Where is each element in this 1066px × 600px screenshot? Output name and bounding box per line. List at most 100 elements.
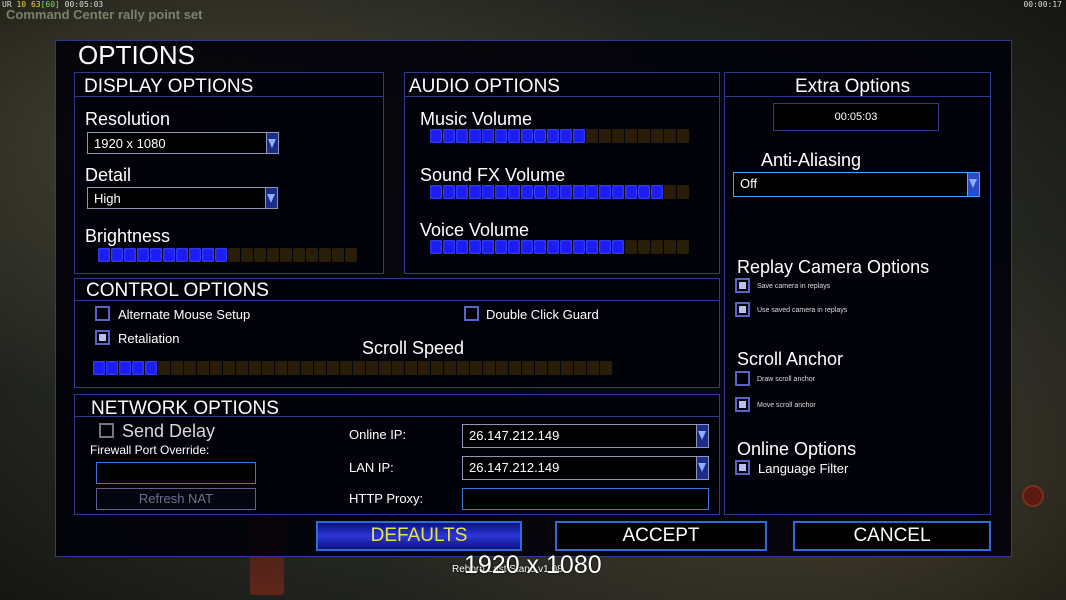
- slider-segment[interactable]: [547, 240, 559, 254]
- chevron-down-icon[interactable]: [696, 425, 708, 447]
- slider-segment[interactable]: [301, 361, 313, 375]
- chevron-down-icon[interactable]: [696, 457, 708, 479]
- slider-segment[interactable]: [430, 129, 442, 143]
- resolution-dropdown[interactable]: 1920 x 1080: [87, 132, 279, 154]
- retaliation-checkbox[interactable]: [95, 330, 110, 345]
- slider-segment[interactable]: [345, 248, 357, 262]
- slider-segment[interactable]: [470, 361, 482, 375]
- slider-segment[interactable]: [443, 240, 455, 254]
- slider-segment[interactable]: [392, 361, 404, 375]
- slider-segment[interactable]: [521, 185, 533, 199]
- slider-segment[interactable]: [574, 361, 586, 375]
- slider-segment[interactable]: [444, 361, 456, 375]
- slider-segment[interactable]: [456, 129, 468, 143]
- slider-segment[interactable]: [625, 129, 637, 143]
- slider-segment[interactable]: [163, 248, 175, 262]
- slider-segment[interactable]: [215, 248, 227, 262]
- brightness-slider[interactable]: [98, 248, 357, 262]
- sfx-volume-slider[interactable]: [430, 185, 689, 199]
- slider-segment[interactable]: [586, 185, 598, 199]
- chevron-down-icon[interactable]: [967, 173, 979, 196]
- lan-ip-dropdown[interactable]: 26.147.212.149: [462, 456, 709, 480]
- slider-segment[interactable]: [430, 240, 442, 254]
- slider-segment[interactable]: [236, 361, 248, 375]
- save-camera-checkbox[interactable]: [735, 278, 750, 293]
- slider-segment[interactable]: [443, 185, 455, 199]
- slider-segment[interactable]: [534, 185, 546, 199]
- scroll-speed-slider[interactable]: [93, 361, 612, 375]
- slider-segment[interactable]: [202, 248, 214, 262]
- slider-segment[interactable]: [664, 240, 676, 254]
- slider-segment[interactable]: [137, 248, 149, 262]
- slider-segment[interactable]: [418, 361, 430, 375]
- slider-segment[interactable]: [150, 248, 162, 262]
- slider-segment[interactable]: [651, 129, 663, 143]
- slider-segment[interactable]: [625, 185, 637, 199]
- slider-segment[interactable]: [482, 185, 494, 199]
- slider-segment[interactable]: [677, 240, 689, 254]
- slider-segment[interactable]: [379, 361, 391, 375]
- slider-segment[interactable]: [651, 240, 663, 254]
- slider-segment[interactable]: [332, 248, 344, 262]
- slider-segment[interactable]: [587, 361, 599, 375]
- draw-scroll-anchor-checkbox[interactable]: [735, 371, 750, 386]
- slider-segment[interactable]: [184, 361, 196, 375]
- alt-mouse-checkbox[interactable]: [95, 306, 110, 321]
- slider-segment[interactable]: [111, 248, 123, 262]
- slider-segment[interactable]: [469, 129, 481, 143]
- slider-segment[interactable]: [495, 240, 507, 254]
- slider-segment[interactable]: [612, 185, 624, 199]
- slider-segment[interactable]: [534, 240, 546, 254]
- slider-segment[interactable]: [508, 129, 520, 143]
- slider-segment[interactable]: [254, 248, 266, 262]
- online-ip-dropdown[interactable]: 26.147.212.149: [462, 424, 709, 448]
- slider-segment[interactable]: [547, 129, 559, 143]
- slider-segment[interactable]: [561, 361, 573, 375]
- slider-segment[interactable]: [483, 361, 495, 375]
- slider-segment[interactable]: [495, 185, 507, 199]
- slider-segment[interactable]: [638, 129, 650, 143]
- slider-segment[interactable]: [119, 361, 131, 375]
- slider-segment[interactable]: [353, 361, 365, 375]
- slider-segment[interactable]: [267, 248, 279, 262]
- slider-segment[interactable]: [314, 361, 326, 375]
- slider-segment[interactable]: [508, 240, 520, 254]
- slider-segment[interactable]: [469, 185, 481, 199]
- language-filter-checkbox[interactable]: [735, 460, 750, 475]
- slider-segment[interactable]: [535, 361, 547, 375]
- slider-segment[interactable]: [431, 361, 443, 375]
- slider-segment[interactable]: [275, 361, 287, 375]
- slider-segment[interactable]: [158, 361, 170, 375]
- slider-segment[interactable]: [599, 240, 611, 254]
- slider-segment[interactable]: [280, 248, 292, 262]
- chevron-down-icon[interactable]: [265, 188, 277, 208]
- slider-segment[interactable]: [176, 248, 188, 262]
- slider-segment[interactable]: [405, 361, 417, 375]
- slider-segment[interactable]: [521, 129, 533, 143]
- slider-segment[interactable]: [443, 129, 455, 143]
- slider-segment[interactable]: [145, 361, 157, 375]
- slider-segment[interactable]: [495, 129, 507, 143]
- voice-volume-slider[interactable]: [430, 240, 689, 254]
- slider-segment[interactable]: [197, 361, 209, 375]
- slider-segment[interactable]: [223, 361, 235, 375]
- slider-segment[interactable]: [482, 129, 494, 143]
- slider-segment[interactable]: [651, 185, 663, 199]
- slider-segment[interactable]: [106, 361, 118, 375]
- slider-segment[interactable]: [306, 248, 318, 262]
- slider-segment[interactable]: [496, 361, 508, 375]
- slider-segment[interactable]: [327, 361, 339, 375]
- slider-segment[interactable]: [573, 240, 585, 254]
- slider-segment[interactable]: [124, 248, 136, 262]
- music-volume-slider[interactable]: [430, 129, 689, 143]
- use-saved-camera-checkbox[interactable]: [735, 302, 750, 317]
- slider-segment[interactable]: [560, 185, 572, 199]
- slider-segment[interactable]: [98, 248, 110, 262]
- slider-segment[interactable]: [599, 129, 611, 143]
- slider-segment[interactable]: [677, 129, 689, 143]
- slider-segment[interactable]: [599, 185, 611, 199]
- slider-segment[interactable]: [664, 185, 676, 199]
- slider-segment[interactable]: [210, 361, 222, 375]
- slider-segment[interactable]: [521, 240, 533, 254]
- slider-segment[interactable]: [456, 185, 468, 199]
